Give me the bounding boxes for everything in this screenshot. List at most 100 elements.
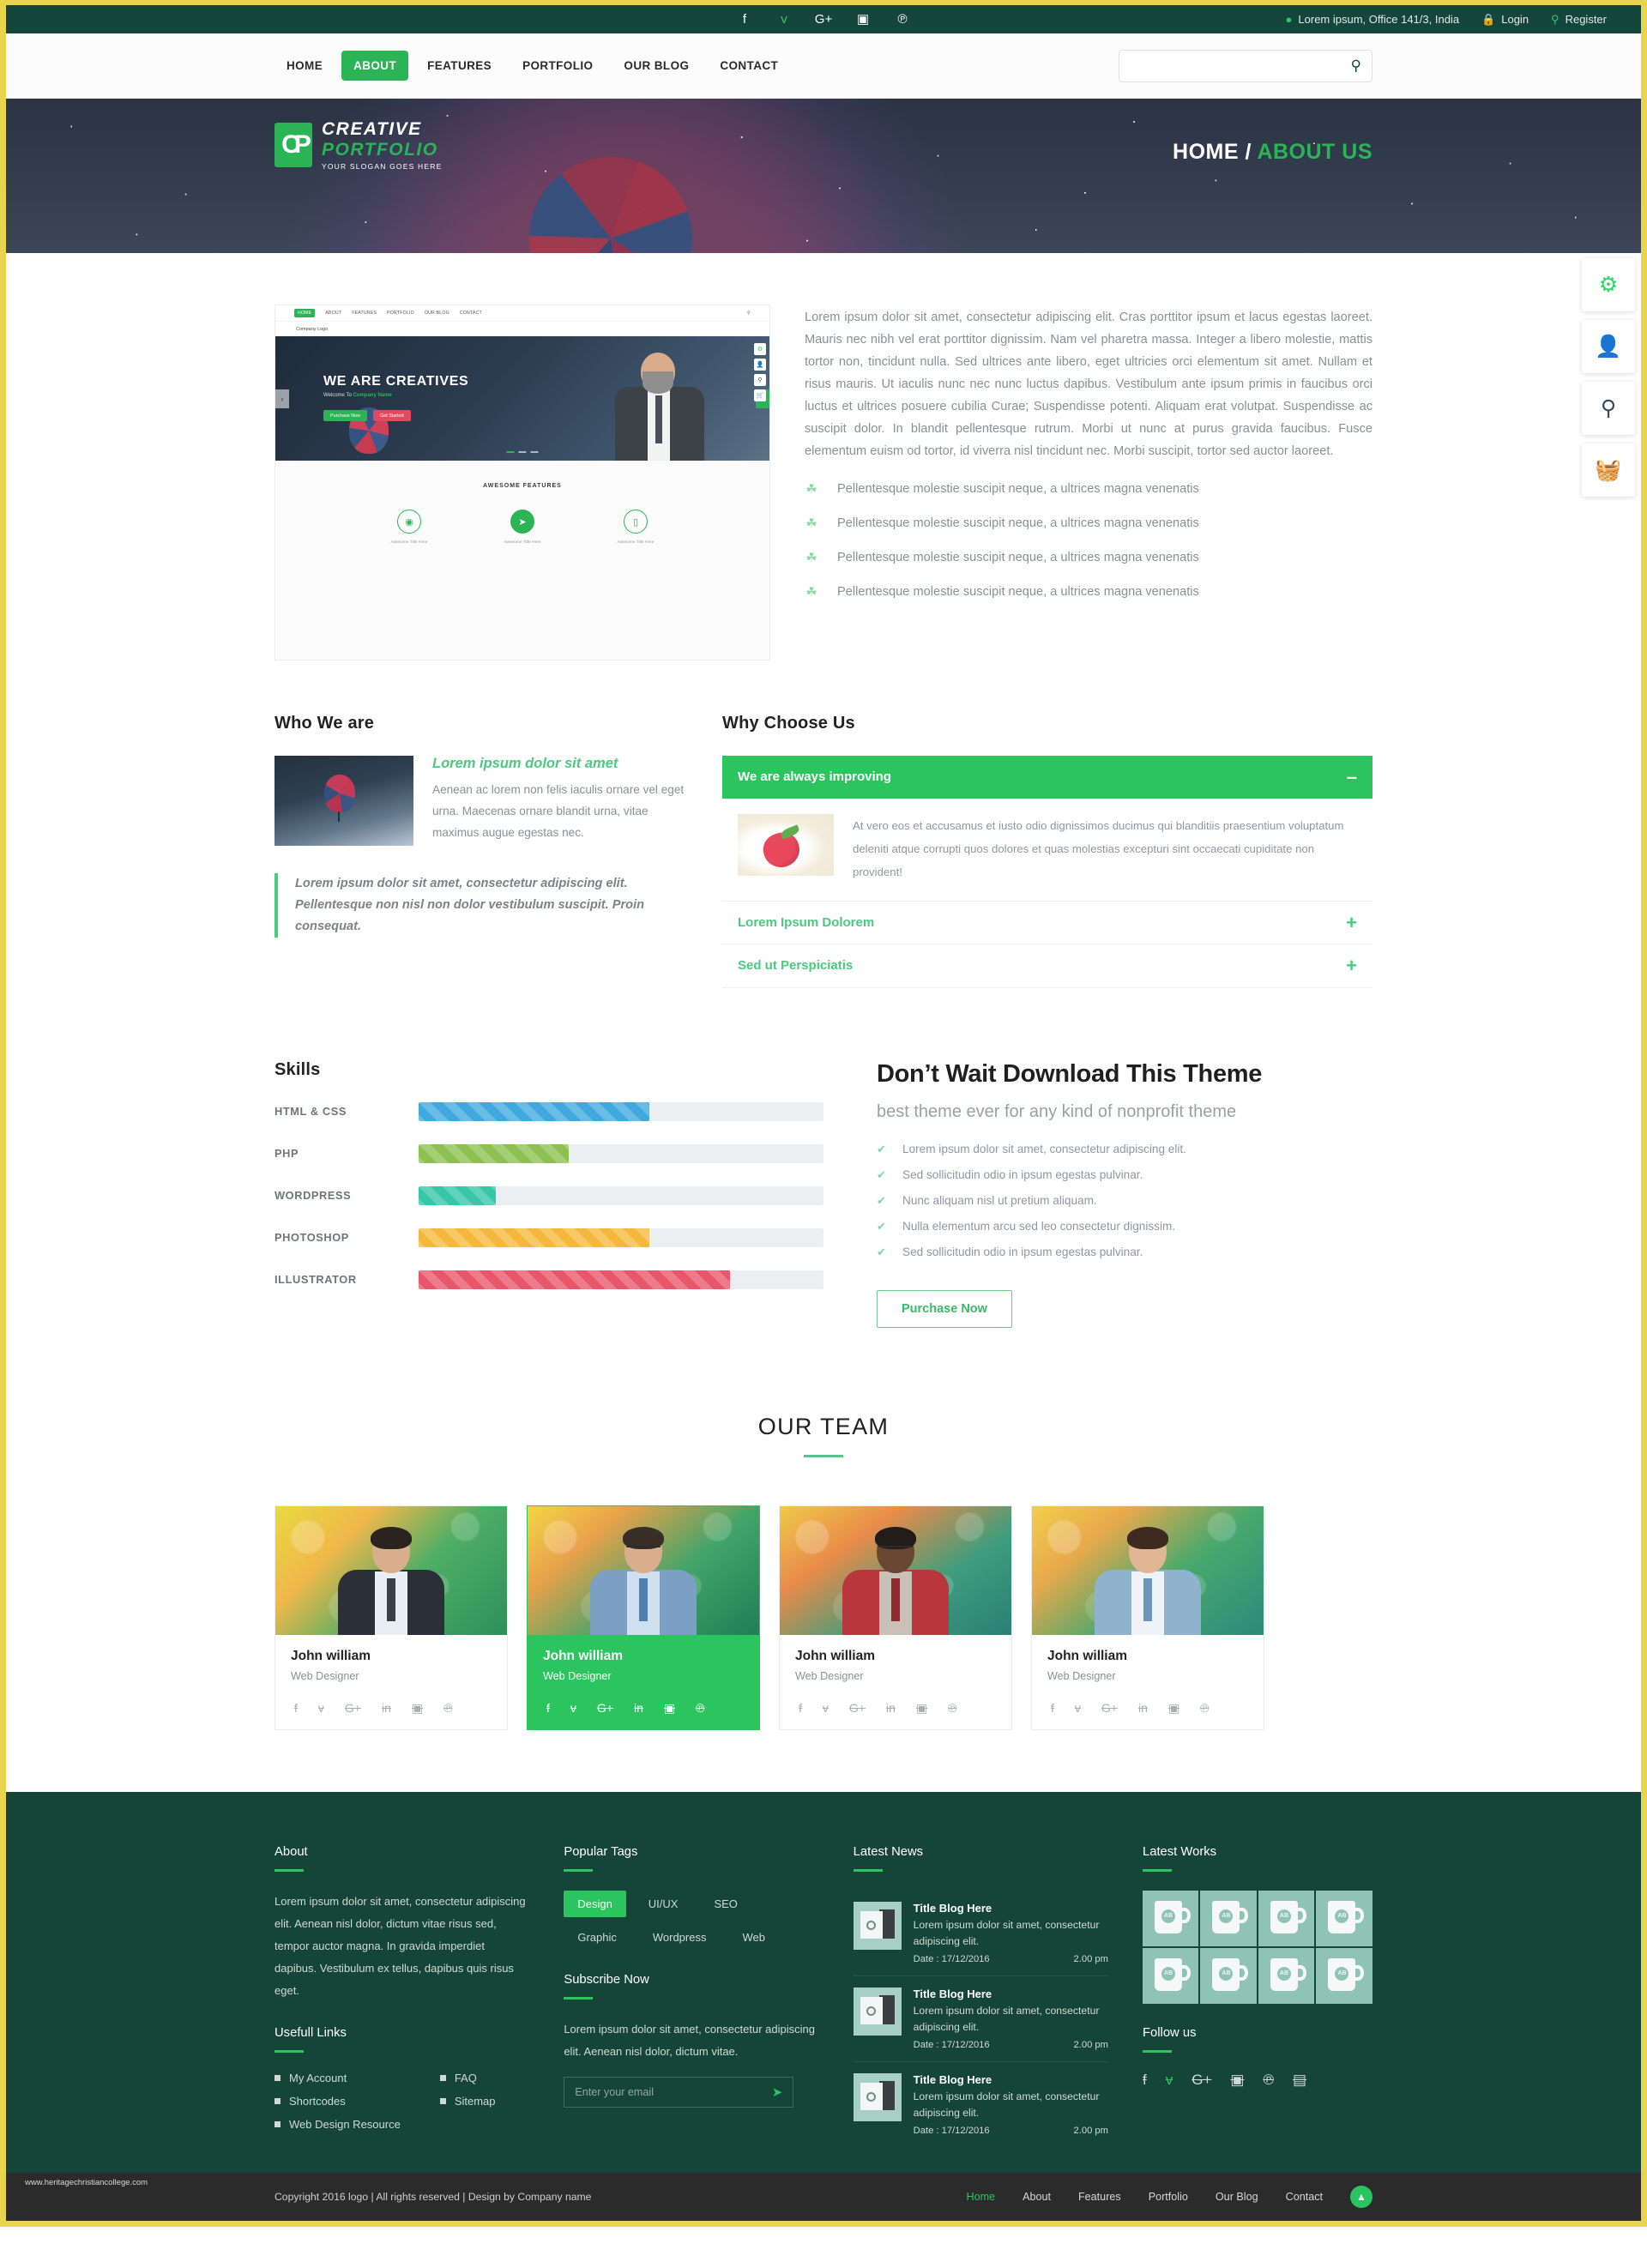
subscribe-field[interactable]: ➤	[564, 2076, 794, 2108]
back-to-top-button[interactable]: ▲	[1350, 2185, 1372, 2208]
footer-link[interactable]: My Account	[274, 2072, 401, 2084]
twitter-icon[interactable]: ᴠ	[776, 12, 792, 27]
pinterest-icon[interactable]: ℗	[443, 1701, 452, 1716]
breadcrumb-home[interactable]: HOME	[1173, 140, 1239, 164]
nav-item-features[interactable]: FEATURES	[415, 51, 504, 81]
bottom-nav-our-blog[interactable]: Our Blog	[1216, 2191, 1258, 2203]
footer-work-thumbnail[interactable]: AB	[1142, 1947, 1199, 2004]
nav-item-our-blog[interactable]: OUR BLOG	[612, 51, 701, 81]
footer-tag[interactable]: Web	[728, 1924, 779, 1951]
google-plus-icon[interactable]: G+	[1192, 2072, 1211, 2089]
footer-news-excerpt: Lorem ipsum dolor sit amet, consectetur …	[913, 1918, 1100, 1947]
instagram-icon[interactable]: ▣	[1168, 1701, 1179, 1716]
google-plus-icon[interactable]: G+	[345, 1701, 361, 1716]
team-card[interactable]: John william Web Designer f ᴠ G+ in ▣ ℗	[1031, 1505, 1264, 1730]
facebook-icon[interactable]: f	[294, 1701, 298, 1716]
instagram-icon[interactable]: ▣	[1230, 2072, 1244, 2089]
user-icon[interactable]: 👤	[1582, 320, 1635, 373]
pinterest-icon[interactable]: ℗	[1200, 1701, 1209, 1716]
purchase-now-button[interactable]: Purchase Now	[877, 1289, 1012, 1328]
footer-work-thumbnail[interactable]: AB	[1200, 1890, 1257, 1946]
nav-item-portfolio[interactable]: PORTFOLIO	[510, 51, 605, 81]
search-icon[interactable]: ⚲	[1582, 382, 1635, 435]
who-we-are-section: Who We are Lorem ipsum dolor sit amet Ae…	[274, 714, 688, 988]
facebook-icon[interactable]: f	[1143, 2072, 1147, 2089]
nav-item-home[interactable]: HOME	[274, 51, 335, 81]
twitter-icon[interactable]: ᴠ	[1166, 2072, 1173, 2089]
pinterest-icon[interactable]: ℗	[696, 1701, 704, 1716]
nav-item-contact[interactable]: CONTACT	[708, 51, 790, 81]
google-plus-icon[interactable]: G+	[1101, 1701, 1118, 1716]
footer-tag[interactable]: Design	[564, 1890, 626, 1917]
search-input[interactable]	[1130, 59, 1351, 72]
search-box[interactable]: ⚲	[1119, 49, 1372, 82]
footer-tag[interactable]: UI/UX	[635, 1891, 692, 1917]
footer-work-thumbnail[interactable]: AB	[1258, 1947, 1315, 2004]
site-logo[interactable]: CP CREATIVE PORTFOLIO YOUR SLOGAN GOES H…	[274, 120, 442, 171]
youtube-icon[interactable]: ▤	[1293, 2072, 1306, 2089]
facebook-icon[interactable]: f	[737, 12, 752, 27]
accordion-header[interactable]: Sed ut Perspiciatis +	[722, 944, 1372, 987]
team-card[interactable]: John william Web Designer f ᴠ G+ in ▣ ℗	[779, 1505, 1012, 1730]
footer-tag[interactable]: SEO	[700, 1891, 751, 1917]
facebook-icon[interactable]: f	[546, 1701, 550, 1716]
footer-link[interactable]: Shortcodes	[274, 2095, 401, 2108]
google-plus-icon[interactable]: G+	[597, 1701, 613, 1716]
bottom-nav-features[interactable]: Features	[1078, 2191, 1121, 2203]
register-link[interactable]: ⚲ Register	[1551, 13, 1607, 27]
footer-tag[interactable]: Graphic	[564, 1924, 630, 1951]
instagram-icon[interactable]: ▣	[916, 1701, 927, 1716]
instagram-icon[interactable]: ▣	[855, 12, 871, 27]
preview-nav: HOME ABOUT FEATURES PORTFOLIO OUR BLOG CONTAC…	[275, 305, 769, 322]
footer-news-item[interactable]: Title Blog Here Lorem ipsum dolor sit ame…	[853, 1976, 1108, 2062]
team-card[interactable]: John william Web Designer f ᴠ G+ in ▣ ℗	[274, 1505, 508, 1730]
footer-work-thumbnail[interactable]: AB	[1200, 1947, 1257, 2004]
nav-item-about[interactable]: ABOUT	[341, 51, 409, 81]
bottom-nav-portfolio[interactable]: Portfolio	[1149, 2191, 1188, 2203]
minus-icon[interactable]: –	[1347, 768, 1357, 787]
instagram-icon[interactable]: ▣	[664, 1701, 675, 1716]
plus-icon[interactable]: +	[1346, 913, 1357, 932]
accordion-title: Sed ut Perspiciatis	[738, 958, 854, 974]
copyright-text: Copyright 2016 logo | All rights reserve…	[274, 2190, 592, 2203]
gear-icon[interactable]: ⚙	[1582, 258, 1635, 311]
footer-work-thumbnail[interactable]: AB	[1316, 1947, 1372, 2004]
footer-news-item[interactable]: Title Blog Here Lorem ipsum dolor sit ame…	[853, 2062, 1108, 2147]
twitter-icon[interactable]: ᴠ	[570, 1701, 576, 1716]
basket-icon[interactable]: 🧺	[1582, 443, 1635, 497]
google-plus-icon[interactable]: G+	[849, 1701, 866, 1716]
accordion-header[interactable]: Lorem Ipsum Dolorem +	[722, 902, 1372, 944]
login-link[interactable]: 🔒 Login	[1481, 13, 1529, 27]
instagram-icon[interactable]: ▣	[412, 1701, 423, 1716]
footer-work-thumbnail[interactable]: AB	[1316, 1890, 1372, 1946]
send-icon[interactable]: ➤	[772, 2084, 783, 2100]
team-card[interactable]: John william Web Designer f ᴠ G+ in ▣ ℗	[527, 1505, 760, 1730]
accordion-header[interactable]: We are always improving –	[722, 756, 1372, 799]
bottom-nav-contact[interactable]: Contact	[1286, 2191, 1323, 2203]
search-icon[interactable]: ⚲	[1351, 57, 1361, 75]
linkedin-icon[interactable]: in	[382, 1701, 391, 1716]
linkedin-icon[interactable]: in	[634, 1701, 643, 1716]
pinterest-icon[interactable]: ℗	[1263, 2072, 1274, 2089]
pinterest-icon[interactable]: ℗	[948, 1701, 956, 1716]
footer-news-item[interactable]: Title Blog Here Lorem ipsum dolor sit ame…	[853, 1891, 1108, 1976]
bottom-nav-about[interactable]: About	[1023, 2191, 1051, 2203]
footer-work-thumbnail[interactable]: AB	[1142, 1890, 1199, 1946]
twitter-icon[interactable]: ᴠ	[1075, 1701, 1081, 1716]
linkedin-icon[interactable]: in	[1138, 1701, 1148, 1716]
footer-work-thumbnail[interactable]: AB	[1258, 1890, 1315, 1946]
footer-tag[interactable]: Wordpress	[639, 1924, 721, 1951]
facebook-icon[interactable]: f	[799, 1701, 802, 1716]
linkedin-icon[interactable]: in	[886, 1701, 896, 1716]
footer-link[interactable]: FAQ	[440, 2072, 496, 2084]
footer-link[interactable]: Sitemap	[440, 2095, 496, 2108]
google-plus-icon[interactable]: G+	[815, 12, 832, 27]
facebook-icon[interactable]: f	[1051, 1701, 1054, 1716]
plus-icon[interactable]: +	[1346, 956, 1357, 975]
footer-link[interactable]: Web Design Resource	[274, 2118, 401, 2131]
twitter-icon[interactable]: ᴠ	[823, 1701, 829, 1716]
bottom-nav-home[interactable]: Home	[966, 2191, 995, 2203]
subscribe-email-input[interactable]	[575, 2085, 772, 2098]
twitter-icon[interactable]: ᴠ	[318, 1701, 324, 1716]
pinterest-icon[interactable]: ℗	[895, 12, 910, 27]
